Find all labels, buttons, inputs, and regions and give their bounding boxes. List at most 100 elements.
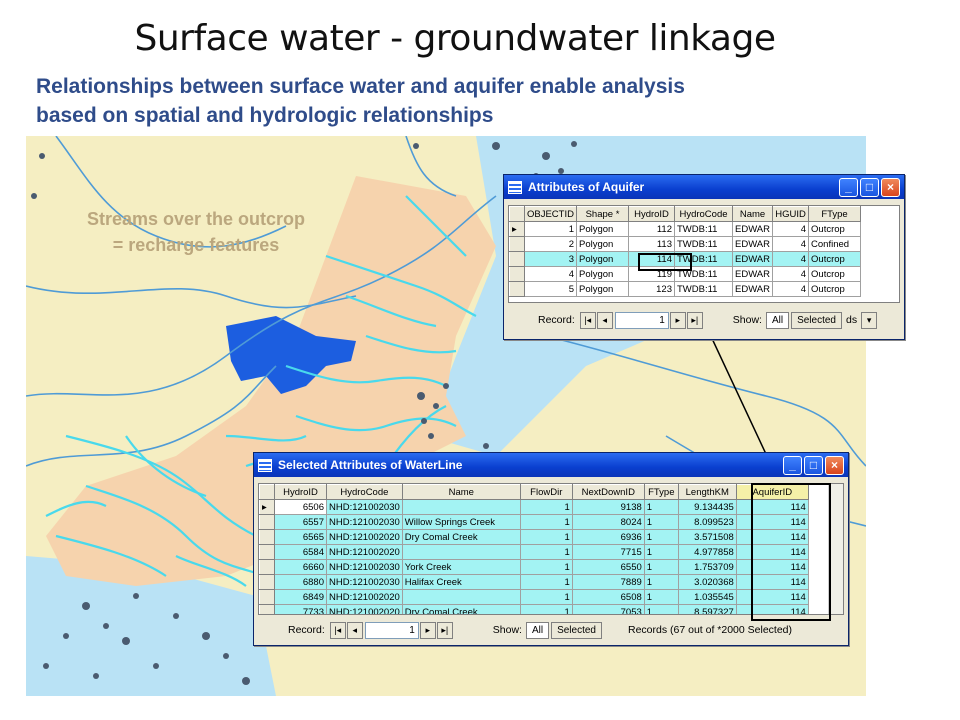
row-selector[interactable]: [259, 574, 275, 590]
row-selector[interactable]: [509, 266, 525, 282]
options-dropdown-button[interactable]: ▾: [861, 311, 878, 329]
maximize-button[interactable]: □: [860, 177, 879, 197]
table-cell[interactable]: 4: [524, 266, 577, 282]
table-cell[interactable]: 3.571508: [677, 529, 737, 545]
table-cell[interactable]: 1: [643, 559, 679, 575]
table-cell[interactable]: 113: [628, 236, 675, 252]
table-cell[interactable]: 1: [643, 589, 679, 605]
table-cell[interactable]: 6660: [274, 559, 327, 575]
column-header[interactable]: LengthKM: [677, 484, 737, 500]
table-cell[interactable]: 1: [519, 499, 573, 515]
table-cell[interactable]: York Creek: [401, 559, 521, 575]
table-cell[interactable]: 4: [772, 221, 810, 237]
row-selector[interactable]: ▸: [509, 221, 525, 237]
table-cell[interactable]: 1: [643, 514, 679, 530]
table-cell[interactable]: EDWAR: [731, 281, 774, 297]
table-cell[interactable]: 4: [772, 236, 810, 252]
table-cell[interactable]: 1: [519, 529, 573, 545]
table-cell[interactable]: 4.977858: [677, 544, 737, 560]
table-cell[interactable]: 7715: [571, 544, 645, 560]
table-cell[interactable]: 112: [628, 221, 675, 237]
table-cell[interactable]: 7053: [571, 604, 645, 614]
table-cell[interactable]: Dry Comal Creek: [401, 529, 521, 545]
table-row[interactable]: 2 Polygon 113 TWDB:11 EDWAR 4 Confined: [509, 236, 862, 252]
row-selector[interactable]: [259, 559, 275, 575]
table-cell[interactable]: Dry Comal Creek: [401, 604, 521, 614]
table-cell[interactable]: 1.035545: [677, 589, 737, 605]
column-header[interactable]: FType: [808, 206, 862, 222]
table-cell[interactable]: 6880: [274, 574, 327, 590]
table-row[interactable]: 6557 NHD:121002030 Willow Springs Creek …: [259, 514, 809, 530]
table-cell[interactable]: 6849: [274, 589, 327, 605]
table-cell[interactable]: 4: [772, 251, 810, 267]
next-record-button[interactable]: ▸: [419, 621, 436, 639]
table-cell[interactable]: 123: [628, 281, 675, 297]
table-cell[interactable]: TWDB:11: [674, 236, 733, 252]
table-cell[interactable]: [401, 499, 521, 515]
table-cell[interactable]: 1: [643, 574, 679, 590]
first-record-button[interactable]: |◂: [329, 621, 346, 639]
table-row[interactable]: 6849 NHD:121002020 1 6508 1 1.035545 114: [259, 589, 809, 605]
close-button[interactable]: ×: [825, 455, 844, 475]
table-cell[interactable]: 1: [519, 589, 573, 605]
table-cell[interactable]: 8.597327: [677, 604, 737, 614]
row-selector[interactable]: [259, 529, 275, 545]
last-record-button[interactable]: ▸|: [436, 621, 453, 639]
table-row[interactable]: ▸ 1 Polygon 112 TWDB:11 EDWAR 4 Outcrop: [509, 221, 862, 237]
table-cell[interactable]: 3.020368: [677, 574, 737, 590]
record-number-input[interactable]: 1: [614, 311, 669, 329]
table-cell[interactable]: 6584: [274, 544, 327, 560]
table-cell[interactable]: Polygon: [576, 221, 629, 237]
table-cell[interactable]: 1: [519, 514, 573, 530]
table-cell[interactable]: 2: [524, 236, 577, 252]
column-header[interactable]: Name: [731, 206, 774, 222]
column-header[interactable]: NextDownID: [571, 484, 645, 500]
table-cell[interactable]: [401, 544, 521, 560]
table-cell[interactable]: 4: [772, 281, 810, 297]
table-cell[interactable]: Polygon: [576, 281, 629, 297]
last-record-button[interactable]: ▸|: [686, 311, 703, 329]
previous-record-button[interactable]: ◂: [346, 621, 363, 639]
minimize-button[interactable]: _: [783, 455, 802, 475]
table-row[interactable]: 6880 NHD:121002030 Halifax Creek 1 7889 …: [259, 574, 809, 590]
maximize-button[interactable]: □: [804, 455, 823, 475]
table-row[interactable]: 7733 NHD:121002020 Dry Comal Creek 1 705…: [259, 604, 809, 614]
table-cell[interactable]: Outcrop: [808, 281, 862, 297]
table-cell[interactable]: 6936: [571, 529, 645, 545]
table-cell[interactable]: [401, 589, 521, 605]
table-cell[interactable]: Polygon: [576, 236, 629, 252]
table-cell[interactable]: 1: [519, 559, 573, 575]
column-header[interactable]: HydroCode: [326, 484, 403, 500]
table-cell[interactable]: NHD:121002030: [326, 499, 403, 515]
table-cell[interactable]: EDWAR: [731, 251, 774, 267]
table-cell[interactable]: 6565: [274, 529, 327, 545]
table-cell[interactable]: 1: [643, 499, 679, 515]
column-header[interactable]: FType: [643, 484, 679, 500]
table-cell[interactable]: 6508: [571, 589, 645, 605]
previous-record-button[interactable]: ◂: [596, 311, 613, 329]
table-cell[interactable]: TWDB:11: [674, 221, 733, 237]
next-record-button[interactable]: ▸: [669, 311, 686, 329]
table-cell[interactable]: 8.099523: [677, 514, 737, 530]
table-cell[interactable]: 1: [519, 604, 573, 614]
table-cell[interactable]: TWDB:11: [674, 281, 733, 297]
column-header[interactable]: OBJECTID: [524, 206, 577, 222]
row-selector[interactable]: [259, 589, 275, 605]
column-header[interactable]: Name: [401, 484, 521, 500]
table-cell[interactable]: NHD:121002030: [326, 559, 403, 575]
table-cell[interactable]: 7889: [571, 574, 645, 590]
show-selected-button[interactable]: Selected: [551, 621, 602, 639]
table-cell[interactable]: NHD:121002020: [326, 544, 403, 560]
table-cell[interactable]: 1: [643, 544, 679, 560]
table-cell[interactable]: NHD:121002030: [326, 574, 403, 590]
show-all-button[interactable]: All: [525, 621, 550, 639]
row-selector[interactable]: [259, 544, 275, 560]
waterline-attributes-window[interactable]: Selected Attributes of WaterLine _ □ × H…: [253, 452, 849, 646]
show-selected-button[interactable]: Selected: [791, 311, 842, 329]
row-selector[interactable]: [509, 251, 525, 267]
table-cell[interactable]: Outcrop: [808, 266, 862, 282]
row-selector[interactable]: [509, 236, 525, 252]
first-record-button[interactable]: |◂: [579, 311, 596, 329]
table-row[interactable]: 6660 NHD:121002030 York Creek 1 6550 1 1…: [259, 559, 809, 575]
table-row[interactable]: 6584 NHD:121002020 1 7715 1 4.977858 114: [259, 544, 809, 560]
